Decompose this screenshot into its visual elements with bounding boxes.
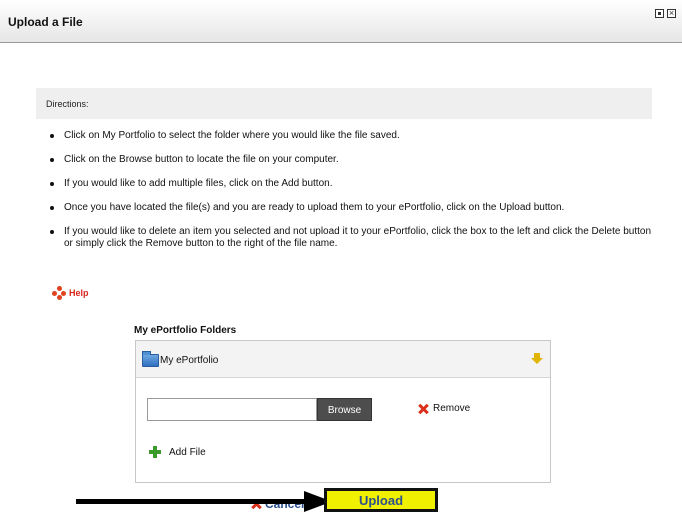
minimize-icon[interactable]	[655, 9, 664, 18]
folder-selector[interactable]: My ePortfolio	[136, 341, 550, 378]
list-item: If you would like to delete an item you …	[46, 226, 656, 250]
help-label: Help	[69, 288, 89, 298]
folder-icon	[142, 351, 159, 367]
selected-folder: My ePortfolio	[160, 355, 219, 366]
close-icon[interactable]: ×	[667, 9, 676, 18]
upload-panel: My ePortfolio Browse Remove Add File	[135, 340, 551, 483]
remove-button[interactable]: Remove	[418, 403, 470, 414]
dialog-title: Upload a File	[8, 15, 83, 29]
arrow-down-icon[interactable]	[531, 353, 543, 365]
add-file-button[interactable]: Add File	[149, 446, 206, 458]
remove-icon	[418, 404, 428, 414]
directions-header: Directions:	[36, 88, 652, 119]
list-item: Click on My Portfolio to select the fold…	[46, 130, 656, 142]
add-file-label: Add File	[169, 446, 206, 458]
list-item: Click on the Browse button to locate the…	[46, 154, 656, 166]
help-icon	[52, 286, 66, 300]
directions-list: Click on My Portfolio to select the fold…	[46, 130, 656, 262]
file-path-input[interactable]	[147, 398, 317, 421]
pointer-arrow-icon	[76, 491, 332, 512]
directions-heading: Directions:	[46, 99, 89, 109]
list-item: If you would like to add multiple files,…	[46, 178, 656, 190]
browse-button[interactable]: Browse	[317, 398, 372, 421]
folders-title: My ePortfolio Folders	[134, 325, 237, 336]
list-item: Once you have located the file(s) and yo…	[46, 202, 656, 214]
dialog-titlebar: Upload a File ×	[0, 0, 682, 43]
upload-button[interactable]: Upload	[324, 488, 438, 512]
upload-label: Upload	[358, 492, 404, 508]
help-link[interactable]: Help	[52, 286, 89, 300]
plus-icon	[149, 446, 161, 458]
remove-label: Remove	[433, 403, 471, 414]
